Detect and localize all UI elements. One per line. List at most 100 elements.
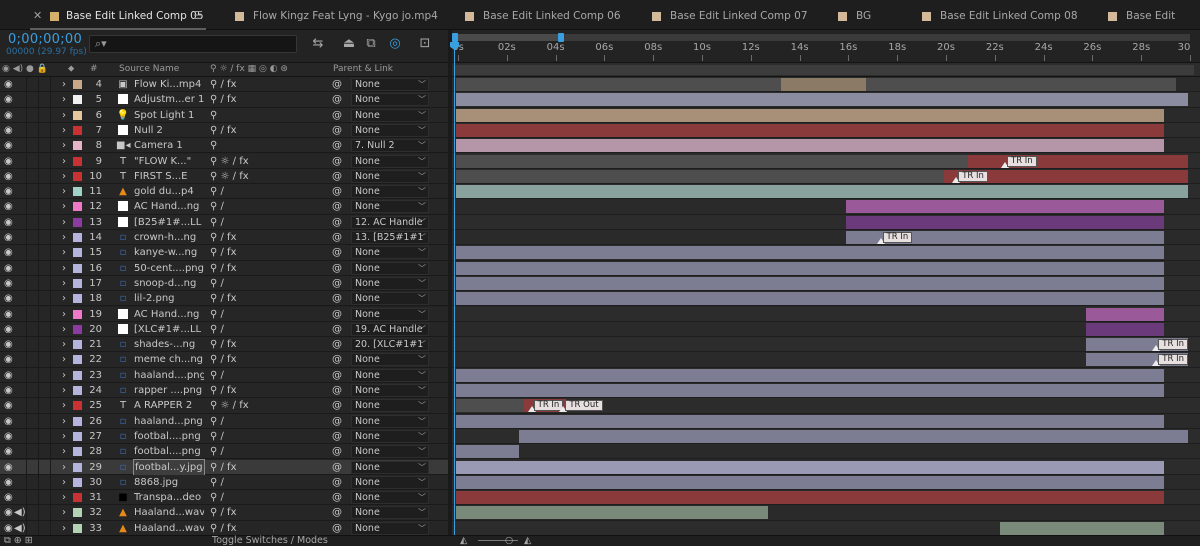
expand-twirl-icon[interactable]: › [62, 199, 66, 214]
layer-source-name[interactable]: Haaland...wav [134, 521, 204, 535]
layer-row[interactable]: ◉ › 13 [B25#1#...LL 1 ⚲ ∕ @12. AC Handle ﹀ [0, 214, 448, 230]
layer-source-name[interactable]: footbal....png [134, 444, 204, 459]
parent-link-select[interactable]: None ﹀ [351, 185, 429, 199]
motion-blur-icon[interactable]: ◎ [386, 35, 404, 53]
timeline-track[interactable] [452, 428, 1200, 445]
layer-source-name[interactable]: AC Hand...ng [134, 307, 204, 322]
visibility-eye-icon[interactable]: ◉ [4, 460, 13, 475]
layer-row[interactable]: ◉ › 5 Adjustm...er 1 ⚲ ∕ fx @ None ﹀ [0, 92, 448, 108]
timeline-track[interactable] [452, 321, 1200, 338]
work-area-bar[interactable] [452, 33, 1190, 42]
parent-link-select[interactable]: 7. Null 2 ﹀ [351, 139, 429, 153]
visibility-eye-icon[interactable]: ◉ [4, 245, 13, 260]
parent-pick-whip-icon[interactable]: @ [332, 138, 342, 153]
audio-toggle-icon[interactable]: ◀) [14, 521, 26, 535]
parent-pick-whip-icon[interactable]: @ [332, 291, 342, 306]
tab-flow-kingz[interactable]: Flow Kingz Feat Lyng - Kygo jo.mp4 [235, 0, 438, 30]
parent-link-select[interactable]: None ﹀ [351, 460, 429, 474]
layer-duration-bar[interactable] [456, 169, 944, 183]
expand-twirl-icon[interactable]: › [62, 490, 66, 505]
layer-source-name[interactable]: Camera 1 [134, 138, 204, 153]
parent-pick-whip-icon[interactable]: @ [332, 123, 342, 138]
layer-row[interactable]: ◉ › 8 ■◂ Camera 1 ⚲ @7. Null 2 ﹀ [0, 138, 448, 154]
parent-link-select[interactable]: None ﹀ [351, 307, 429, 321]
layer-source-name[interactable]: Flow Ki...mp4 [134, 77, 204, 92]
layer-switches[interactable]: ⚲ ☼ ∕ fx [210, 169, 320, 184]
layer-source-name[interactable]: haaland....png [134, 368, 204, 383]
layer-row[interactable]: ◉ › 19 AC Hand...ng ⚲ ∕ @ None ﹀ [0, 306, 448, 322]
visibility-eye-icon[interactable]: ◉ [4, 322, 13, 337]
layer-source-name[interactable]: Null 2 [134, 123, 204, 138]
visibility-eye-icon[interactable]: ◉ [4, 230, 13, 245]
parent-link-select[interactable]: None ﹀ [351, 200, 429, 214]
tab-base-edit-linked-comp-07[interactable]: Base Edit Linked Comp 07 [652, 0, 812, 30]
expand-twirl-icon[interactable]: › [62, 184, 66, 199]
expand-twirl-icon[interactable]: › [62, 521, 66, 535]
layer-switches[interactable]: ⚲ ∕ [210, 184, 320, 199]
layer-row[interactable]: ◉ › 21 ▫ shades-...ng ⚲ ∕ fx @20. [XLC#1#1 ﹀ [0, 337, 448, 353]
parent-link-select[interactable]: None ﹀ [351, 399, 429, 413]
expand-twirl-icon[interactable]: › [62, 169, 66, 184]
layer-duration-bar[interactable] [1000, 521, 1164, 535]
timeline-track[interactable] [452, 77, 1200, 93]
layer-duration-bar[interactable] [456, 445, 520, 459]
parent-pick-whip-icon[interactable]: @ [332, 245, 342, 260]
layer-duration-bar[interactable] [456, 276, 1164, 290]
parent-link-select[interactable]: None ﹀ [351, 491, 429, 505]
visibility-eye-icon[interactable]: ◉ [4, 184, 13, 199]
parent-link-select[interactable]: None ﹀ [351, 429, 429, 443]
parent-pick-whip-icon[interactable]: @ [332, 199, 342, 214]
expand-twirl-icon[interactable]: › [62, 383, 66, 398]
layer-label-color[interactable] [73, 477, 82, 487]
layer-row[interactable]: ◉ ◀) › 33 ▲ Haaland...wav ⚲ ∕ fx @ None ﹀ [0, 520, 448, 535]
parent-pick-whip-icon[interactable]: @ [332, 276, 342, 291]
timeline-track[interactable] [452, 92, 1200, 108]
parent-pick-whip-icon[interactable]: @ [332, 475, 342, 490]
layer-duration-bar[interactable] [456, 491, 1164, 505]
panel-divider[interactable] [448, 30, 452, 535]
layer-duration-bar[interactable] [456, 246, 1164, 260]
layer-duration-bar[interactable] [456, 185, 1188, 199]
timeline-track[interactable] [452, 490, 1200, 506]
layer-row[interactable]: ◉ › 17 ▫ snoop-d...ng ⚲ ∕ @ None ﹀ [0, 275, 448, 292]
parent-link-select[interactable]: None ﹀ [351, 78, 429, 91]
parent-link-select[interactable]: None ﹀ [351, 292, 429, 306]
work-area-range[interactable] [454, 34, 560, 41]
layer-switches[interactable]: ⚲ ∕ [210, 429, 320, 444]
timeline-nav-bar[interactable] [452, 62, 1200, 77]
layer-marker-label[interactable]: TR In [882, 232, 913, 243]
timeline-track[interactable] [452, 107, 1200, 123]
layer-switches[interactable]: ⚲ ∕ [210, 490, 320, 505]
visibility-eye-icon[interactable]: ◉ [4, 92, 13, 107]
layer-label-color[interactable] [73, 217, 82, 227]
layer-source-name[interactable]: shades-...ng [134, 337, 204, 352]
visibility-eye-icon[interactable]: ◉ [4, 199, 13, 214]
layer-marker-label[interactable]: TR In [1158, 339, 1188, 351]
timeline-track[interactable]: TR In [452, 337, 1200, 353]
parent-pick-whip-icon[interactable]: @ [332, 521, 342, 535]
expand-twirl-icon[interactable]: › [62, 368, 66, 383]
layer-duration-bar[interactable] [519, 429, 1188, 443]
parent-pick-whip-icon[interactable]: @ [332, 352, 342, 367]
layer-label-color[interactable] [73, 171, 82, 181]
layer-source-name[interactable]: Haaland...wav [134, 505, 204, 520]
layer-label-color[interactable] [73, 233, 82, 242]
tab-base-edit-linked-comp-08[interactable]: Base Edit Linked Comp 08 [922, 0, 1082, 30]
layer-switches[interactable]: ⚲ ∕ [210, 199, 320, 214]
visibility-eye-icon[interactable]: ◉ [4, 169, 13, 184]
layer-duration-bar[interactable] [780, 78, 866, 91]
expand-twirl-icon[interactable]: › [62, 215, 66, 230]
parent-link-select[interactable]: 12. AC Handle ﹀ [351, 215, 429, 229]
layer-label-color[interactable] [73, 340, 82, 350]
timeline-track[interactable] [452, 520, 1200, 535]
visibility-eye-icon[interactable]: ◉ [4, 138, 13, 153]
layer-row[interactable]: ◉ › 14 ▫ crown-h...ng ⚲ ∕ fx @13. [B25#1#1 ﹀ [0, 230, 448, 246]
visibility-eye-icon[interactable]: ◉ [4, 490, 13, 505]
timeline-track[interactable] [452, 306, 1200, 322]
layer-row[interactable]: ◉ › 15 ▫ kanye-w...ng ⚲ ∕ fx @ None ﹀ [0, 245, 448, 261]
parent-link-select[interactable]: None ﹀ [351, 154, 429, 168]
layer-row[interactable]: ◉ › 22 ▫ meme ch...ng ⚲ ∕ fx @ None ﹀ [0, 352, 448, 368]
layer-row[interactable]: ◉ › 18 ▫ lil-2.png ⚲ ∕ fx @ None ﹀ [0, 291, 448, 307]
layer-switches[interactable]: ⚲ ☼ ∕ fx [210, 154, 320, 169]
layer-label-color[interactable] [73, 202, 82, 212]
